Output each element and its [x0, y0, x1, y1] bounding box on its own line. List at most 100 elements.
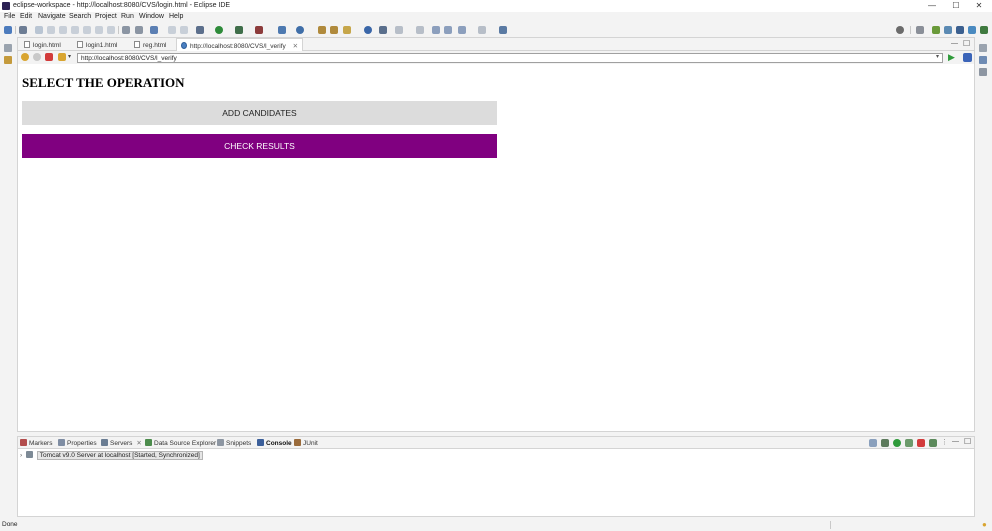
profile-server-icon[interactable] — [905, 439, 913, 447]
search-toolbar-icon[interactable] — [343, 26, 351, 34]
tab-console[interactable]: Console — [257, 439, 292, 447]
lightbulb-icon[interactable]: ● — [982, 520, 987, 529]
chevron-down-icon[interactable]: ▾ — [68, 53, 71, 60]
use-step-filters-icon[interactable] — [122, 26, 130, 34]
new-server-icon[interactable] — [150, 26, 158, 34]
maximize-editor-icon[interactable]: ☐ — [963, 39, 970, 48]
add-candidates-button[interactable]: ADD CANDIDATES — [22, 101, 497, 125]
outline-icon[interactable] — [979, 56, 987, 64]
external-tools-icon[interactable] — [255, 26, 263, 34]
menu-run[interactable]: Run — [121, 13, 134, 20]
stop-server-icon[interactable] — [917, 439, 925, 447]
expand-chevron-icon[interactable]: › — [20, 452, 22, 459]
view-menu-icon[interactable]: ⋮ — [941, 438, 948, 446]
new-java-project-icon[interactable] — [278, 26, 286, 34]
maximize-panel-icon[interactable]: ☐ — [964, 437, 971, 446]
url-dropdown-icon[interactable]: ▾ — [936, 53, 939, 60]
debug-icon[interactable] — [196, 26, 204, 34]
tab-junit[interactable]: JUnit — [294, 439, 318, 447]
annotation-icon[interactable] — [379, 26, 387, 34]
step-into-icon[interactable] — [83, 26, 91, 34]
debug-server-icon[interactable] — [881, 439, 889, 447]
web-perspective-icon[interactable] — [944, 26, 952, 34]
go-icon[interactable]: ▶ — [948, 52, 955, 63]
open-perspective-icon[interactable] — [916, 26, 924, 34]
browser-menu-icon[interactable] — [963, 53, 972, 62]
previous-annotation-icon[interactable] — [416, 26, 424, 34]
tab-login-html[interactable]: login.html — [20, 38, 65, 51]
open-task-icon[interactable] — [330, 26, 338, 34]
git-perspective-icon[interactable] — [968, 26, 976, 34]
tab-servers[interactable]: Servers ✕ — [101, 439, 142, 447]
search-icon[interactable] — [896, 26, 904, 34]
tab-close-icon[interactable]: ✕ — [136, 440, 141, 447]
toolbar-separator — [910, 26, 911, 34]
back-history-icon[interactable] — [444, 26, 452, 34]
project-explorer-icon[interactable] — [4, 56, 12, 64]
tab-properties[interactable]: Properties — [58, 439, 97, 447]
tab-data-source-explorer[interactable]: Data Source Explorer — [145, 439, 216, 447]
tab-login1-html[interactable]: login1.html — [73, 38, 121, 51]
java-ee-perspective-icon[interactable] — [932, 26, 940, 34]
drop-to-frame-icon[interactable] — [135, 26, 143, 34]
resume-icon[interactable] — [35, 26, 43, 34]
skip-breakpoints-icon[interactable] — [19, 26, 27, 34]
restore-icon[interactable] — [4, 44, 12, 52]
run-icon[interactable] — [215, 26, 223, 34]
pin-editor-icon[interactable] — [499, 26, 507, 34]
start-server-icon[interactable] — [893, 439, 901, 447]
publish-icon[interactable] — [929, 439, 937, 447]
java-perspective-icon[interactable] — [956, 26, 964, 34]
terminate-icon[interactable] — [59, 26, 67, 34]
data-source-icon — [145, 439, 152, 446]
new-package-icon[interactable] — [296, 26, 304, 34]
last-edit-icon[interactable] — [432, 26, 440, 34]
suspend-icon[interactable] — [47, 26, 55, 34]
coverage-icon[interactable] — [235, 26, 243, 34]
menu-help[interactable]: Help — [169, 13, 183, 20]
tab-reg-html[interactable]: reg.html — [130, 38, 170, 51]
status-separator — [830, 521, 831, 529]
editor-tab-bar: login.html login1.html reg.html http://l… — [18, 38, 974, 51]
debug-perspective-icon[interactable] — [980, 26, 988, 34]
right-trim-stack — [975, 37, 992, 517]
check-results-button[interactable]: CHECK RESULTS — [22, 134, 497, 158]
html-file-icon — [134, 41, 140, 48]
menu-window[interactable]: Window — [139, 13, 164, 20]
server-tree-row[interactable]: › Tomcat v9.0 Server at localhost [Start… — [20, 451, 203, 460]
menu-search[interactable]: Search — [69, 13, 91, 20]
collapse-all-icon[interactable] — [869, 439, 877, 447]
menu-navigate[interactable]: Navigate — [38, 13, 66, 20]
stop-icon[interactable] — [45, 53, 53, 61]
tab-markers[interactable]: Markers — [20, 439, 52, 447]
minimize-editor-icon[interactable]: — — [951, 40, 958, 47]
open-web-browser-icon[interactable] — [364, 26, 372, 34]
restore-icon[interactable] — [979, 44, 987, 52]
tab-snippets[interactable]: Snippets — [217, 439, 251, 447]
disconnect-icon[interactable] — [71, 26, 79, 34]
forward-icon[interactable] — [478, 26, 486, 34]
back-arrow-icon[interactable] — [21, 53, 29, 61]
refresh-icon[interactable] — [58, 53, 66, 61]
minimize-button[interactable]: — — [920, 0, 944, 12]
open-type-icon[interactable] — [318, 26, 326, 34]
menu-file[interactable]: File — [4, 13, 15, 20]
url-input[interactable]: http://localhost:8080/CVS/l_verify — [77, 53, 943, 63]
new-icon[interactable] — [4, 26, 12, 34]
task-list-icon[interactable] — [979, 68, 987, 76]
save-all-icon[interactable] — [180, 26, 188, 34]
close-button[interactable]: ✕ — [967, 0, 991, 12]
step-over-icon[interactable] — [95, 26, 103, 34]
menu-project[interactable]: Project — [95, 13, 117, 20]
maximize-button[interactable]: ☐ — [944, 0, 968, 12]
step-return-icon[interactable] — [107, 26, 115, 34]
minimize-panel-icon[interactable]: — — [952, 438, 959, 445]
next-annotation-icon[interactable] — [395, 26, 403, 34]
save-icon[interactable] — [168, 26, 176, 34]
forward-arrow-icon[interactable] — [33, 53, 41, 61]
back-icon[interactable] — [458, 26, 466, 34]
tab-close-icon[interactable]: ✕ — [293, 43, 298, 50]
tab-label: login1.html — [86, 42, 118, 49]
tab-browser-l-verify[interactable]: http://localhost:8080/CVS/l_verify ✕ — [176, 38, 304, 51]
menu-edit[interactable]: Edit — [20, 13, 32, 20]
